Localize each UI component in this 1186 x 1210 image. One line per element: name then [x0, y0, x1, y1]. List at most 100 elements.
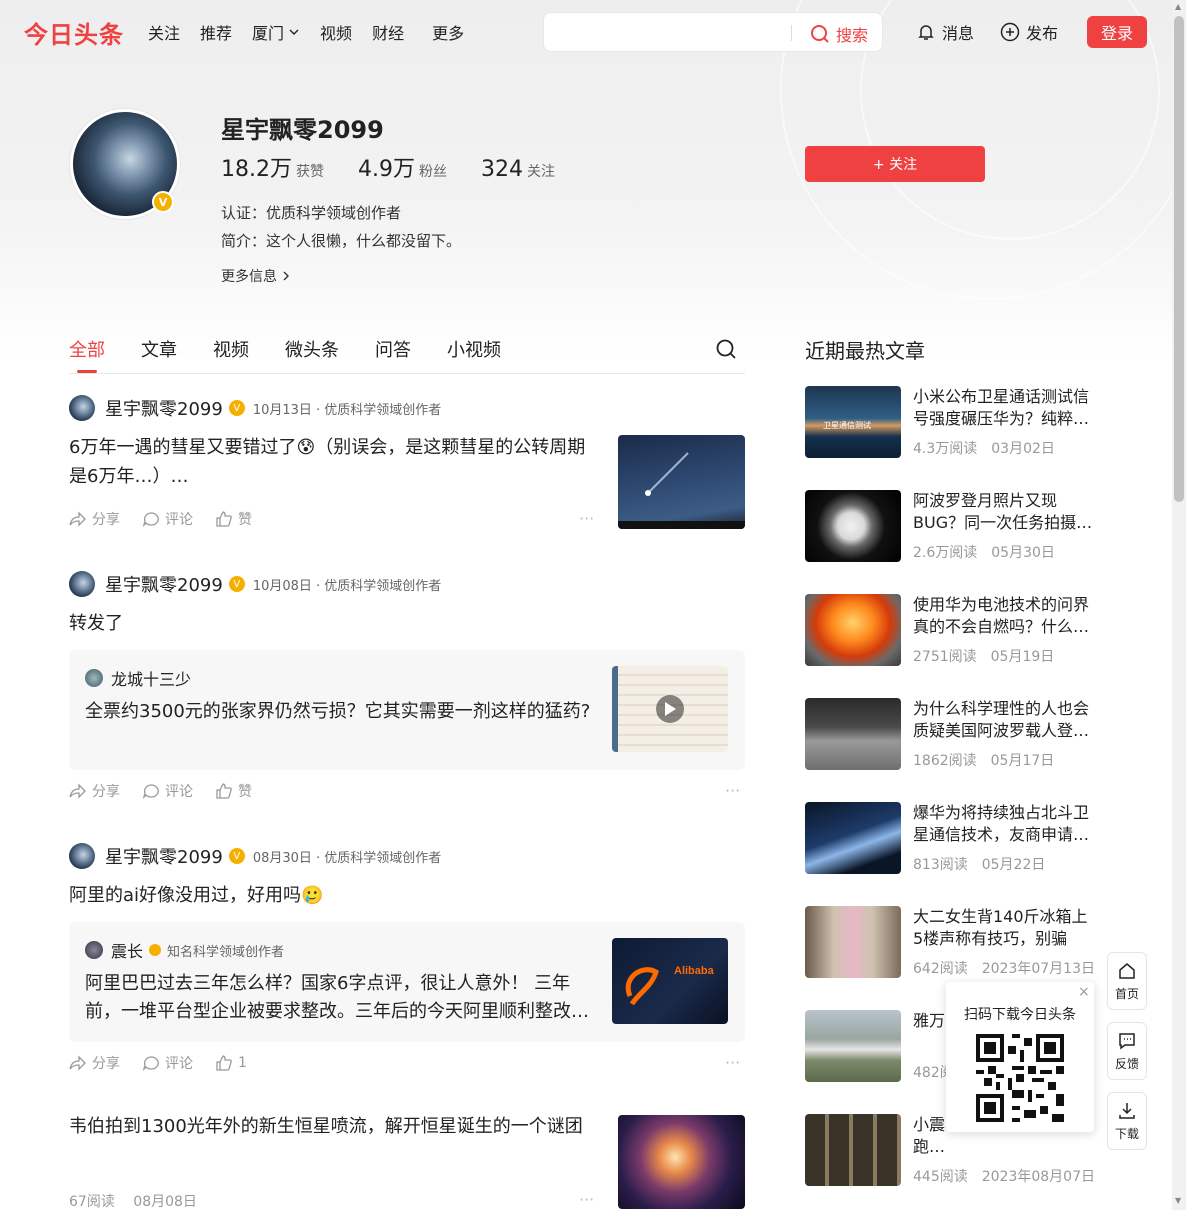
sidebar-reads: 813阅读	[913, 857, 968, 873]
avatar[interactable]	[69, 571, 95, 597]
alibaba-logo-text: Alibaba	[674, 965, 715, 977]
login-button[interactable]: 登录	[1087, 16, 1147, 48]
tab-micro[interactable]: 微头条	[285, 336, 339, 362]
search-input[interactable]	[556, 21, 786, 43]
nav-link-follow[interactable]: 关注	[148, 20, 180, 44]
nav-link-recommend[interactable]: 推荐	[200, 20, 232, 44]
close-icon[interactable]: ×	[1078, 984, 1090, 1000]
chevron-down-icon	[289, 29, 299, 35]
avatar[interactable]	[85, 941, 103, 959]
page-scrollbar[interactable]: ▲ ▼	[1172, 0, 1186, 1210]
sidebar-thumbnail	[805, 490, 901, 562]
quoted-text[interactable]: 阿里巴巴过去三年怎么样？国家6字点评，很让人意外！ 三年前，一堆平台型企业被要求…	[85, 970, 595, 1026]
tab-all[interactable]: 全部	[69, 336, 105, 362]
sidebar-article-meta: 2.6万阅读 05月30日	[913, 542, 1069, 562]
search-button[interactable]: 搜索	[810, 22, 868, 46]
sidebar-article[interactable]: 卫星通信测试 小米公布卫星通话测试信号强度碾压华为？纯粹… 4.3万阅读 03月0…	[805, 386, 1095, 458]
messages-button[interactable]: 消息	[916, 20, 974, 44]
quoted-text[interactable]: 全票约3500元的张家界仍然亏损？它其实需要一剂这样的猛药?	[85, 698, 595, 726]
post-text[interactable]: 阿里的ai好像没用过，好用吗🥲	[69, 881, 323, 910]
article-thumbnail[interactable]	[618, 1115, 745, 1209]
nav-link-finance[interactable]: 财经	[372, 20, 404, 44]
sidebar-date: 05月19日	[990, 649, 1055, 665]
like-button[interactable]: 1	[215, 1055, 247, 1071]
quoted-post[interactable]: 震长 知名科学领域创作者 阿里巴巴过去三年怎么样？国家6字点评，很让人意外！ 三…	[69, 922, 745, 1042]
like-button[interactable]: 赞	[215, 509, 252, 529]
nav-link-more[interactable]: 更多	[432, 20, 464, 44]
post-thumbnail[interactable]	[618, 435, 745, 529]
quoted-post[interactable]: 龙城十三少 全票约3500元的张家界仍然亏损？它其实需要一剂这样的猛药?	[69, 650, 745, 770]
publish-button[interactable]: 发布	[1000, 20, 1058, 44]
author-name[interactable]: 星宇飘零2099	[105, 571, 223, 597]
profile-name: 星宇飘零2099	[221, 116, 384, 144]
share-label: 分享	[92, 784, 120, 800]
scrollbar-thumb[interactable]	[1174, 16, 1184, 502]
sidebar-reads: 642阅读	[913, 961, 968, 977]
feed-item: 韦伯拍到1300光年外的新生恒星喷流，解开恒星诞生的一个谜团 67阅读 08月0…	[69, 1112, 745, 1210]
fans-count[interactable]: 4.9万	[358, 151, 415, 183]
avatar[interactable]	[69, 395, 95, 421]
sidebar-article-title: 使用华为电池技术的问界真的不会自燃吗？什么…	[913, 595, 1090, 636]
avatar[interactable]	[85, 669, 103, 687]
feed-item: 星宇飘零2099 V 10月08日 · 优质科学领域创作者 转发了 龙城十三少 …	[69, 571, 745, 811]
home-icon	[1119, 962, 1135, 979]
sidebar-article[interactable]: 阿波罗登月照片又现BUG？同一次任务拍摄… 2.6万阅读 05月30日	[805, 490, 1095, 562]
quoted-author[interactable]: 龙城十三少	[111, 666, 191, 690]
sidebar-article[interactable]: 大二女生背140斤冰箱上5楼声称有技巧，别骗我… 642阅读 2023年07月13…	[805, 906, 1095, 978]
more-info-link[interactable]: 更多信息	[221, 266, 291, 286]
comment-label: 评论	[165, 512, 193, 528]
like-button[interactable]: 赞	[215, 781, 252, 801]
comment-icon	[142, 1056, 159, 1071]
article-reads: 67阅读	[69, 1194, 115, 1210]
share-button[interactable]: 分享	[69, 509, 120, 529]
following-label[interactable]: 关注	[527, 161, 555, 181]
scroll-up-icon[interactable]: ▲	[1175, 2, 1181, 11]
tab-articles[interactable]: 文章	[141, 336, 177, 362]
article-title[interactable]: 韦伯拍到1300光年外的新生恒星喷流，解开恒星诞生的一个谜团	[69, 1112, 599, 1141]
more-options-icon[interactable]: ···	[579, 509, 594, 528]
search-icon[interactable]	[715, 338, 737, 360]
profile-stats: 18.2万 获赞 4.9万 粉丝 324 关注	[221, 151, 589, 183]
comment-button[interactable]: 评论	[142, 781, 193, 801]
quoted-thumbnail[interactable]: Alibaba	[612, 938, 728, 1024]
tab-qa[interactable]: 问答	[375, 336, 411, 362]
quoted-author[interactable]: 震长	[111, 938, 143, 962]
scroll-down-icon[interactable]: ▼	[1175, 1196, 1181, 1205]
tab-active-indicator	[77, 370, 97, 373]
post-text[interactable]: 转发了	[69, 609, 123, 638]
comment-button[interactable]: 评论	[142, 1053, 193, 1073]
verified-badge-icon: V	[152, 191, 174, 213]
following-count[interactable]: 324	[481, 157, 523, 182]
quoted-meta: 知名科学领域创作者	[167, 944, 285, 960]
home-float-button[interactable]: 首页	[1107, 952, 1147, 1010]
nav-link-video[interactable]: 视频	[320, 20, 352, 44]
fans-label[interactable]: 粉丝	[419, 161, 447, 181]
sidebar-article[interactable]: 使用华为电池技术的问界真的不会自燃吗？什么… 2751阅读 05月19日	[805, 594, 1095, 666]
download-float-button[interactable]: 下载	[1107, 1092, 1147, 1150]
tab-short-video[interactable]: 小视频	[447, 336, 501, 362]
share-button[interactable]: 分享	[69, 1053, 120, 1073]
follow-button[interactable]: + 关注	[805, 146, 985, 182]
more-options-icon[interactable]: ···	[725, 781, 740, 800]
logo[interactable]: 今日头条	[24, 15, 124, 50]
likes-label: 获赞	[296, 164, 324, 180]
quoted-video-thumbnail[interactable]	[612, 666, 728, 752]
sidebar-thumbnail	[805, 1114, 901, 1186]
share-button[interactable]: 分享	[69, 781, 120, 801]
sidebar-article[interactable]: 为什么科学理性的人也会质疑美国阿波罗载人登… 1862阅读 05月17日	[805, 698, 1095, 770]
avatar[interactable]	[69, 843, 95, 869]
post-text[interactable]: 6万年一遇的彗星又要错过了😰（别误会，是这颗彗星的公转周期是6万年…）…	[69, 433, 599, 491]
nav-right: 消息 发布	[916, 20, 1084, 44]
qr-download-popup: × 扫码下载今日头条	[946, 982, 1094, 1132]
sidebar-article[interactable]: 爆华为将持续独占北斗卫星通信技术，友商申请… 813阅读 05月22日	[805, 802, 1095, 874]
tab-videos[interactable]: 视频	[213, 336, 249, 362]
article-date: 08月08日	[133, 1194, 197, 1210]
feedback-float-button[interactable]: 反馈	[1107, 1022, 1147, 1080]
comment-button[interactable]: 评论	[142, 509, 193, 529]
author-name[interactable]: 星宇飘零2099	[105, 843, 223, 869]
share-label: 分享	[92, 1056, 120, 1072]
nav-link-city[interactable]: 厦门	[252, 20, 300, 44]
more-options-icon[interactable]: ···	[725, 1053, 740, 1072]
more-options-icon[interactable]: ···	[579, 1190, 594, 1209]
author-name[interactable]: 星宇飘零2099	[105, 395, 223, 421]
